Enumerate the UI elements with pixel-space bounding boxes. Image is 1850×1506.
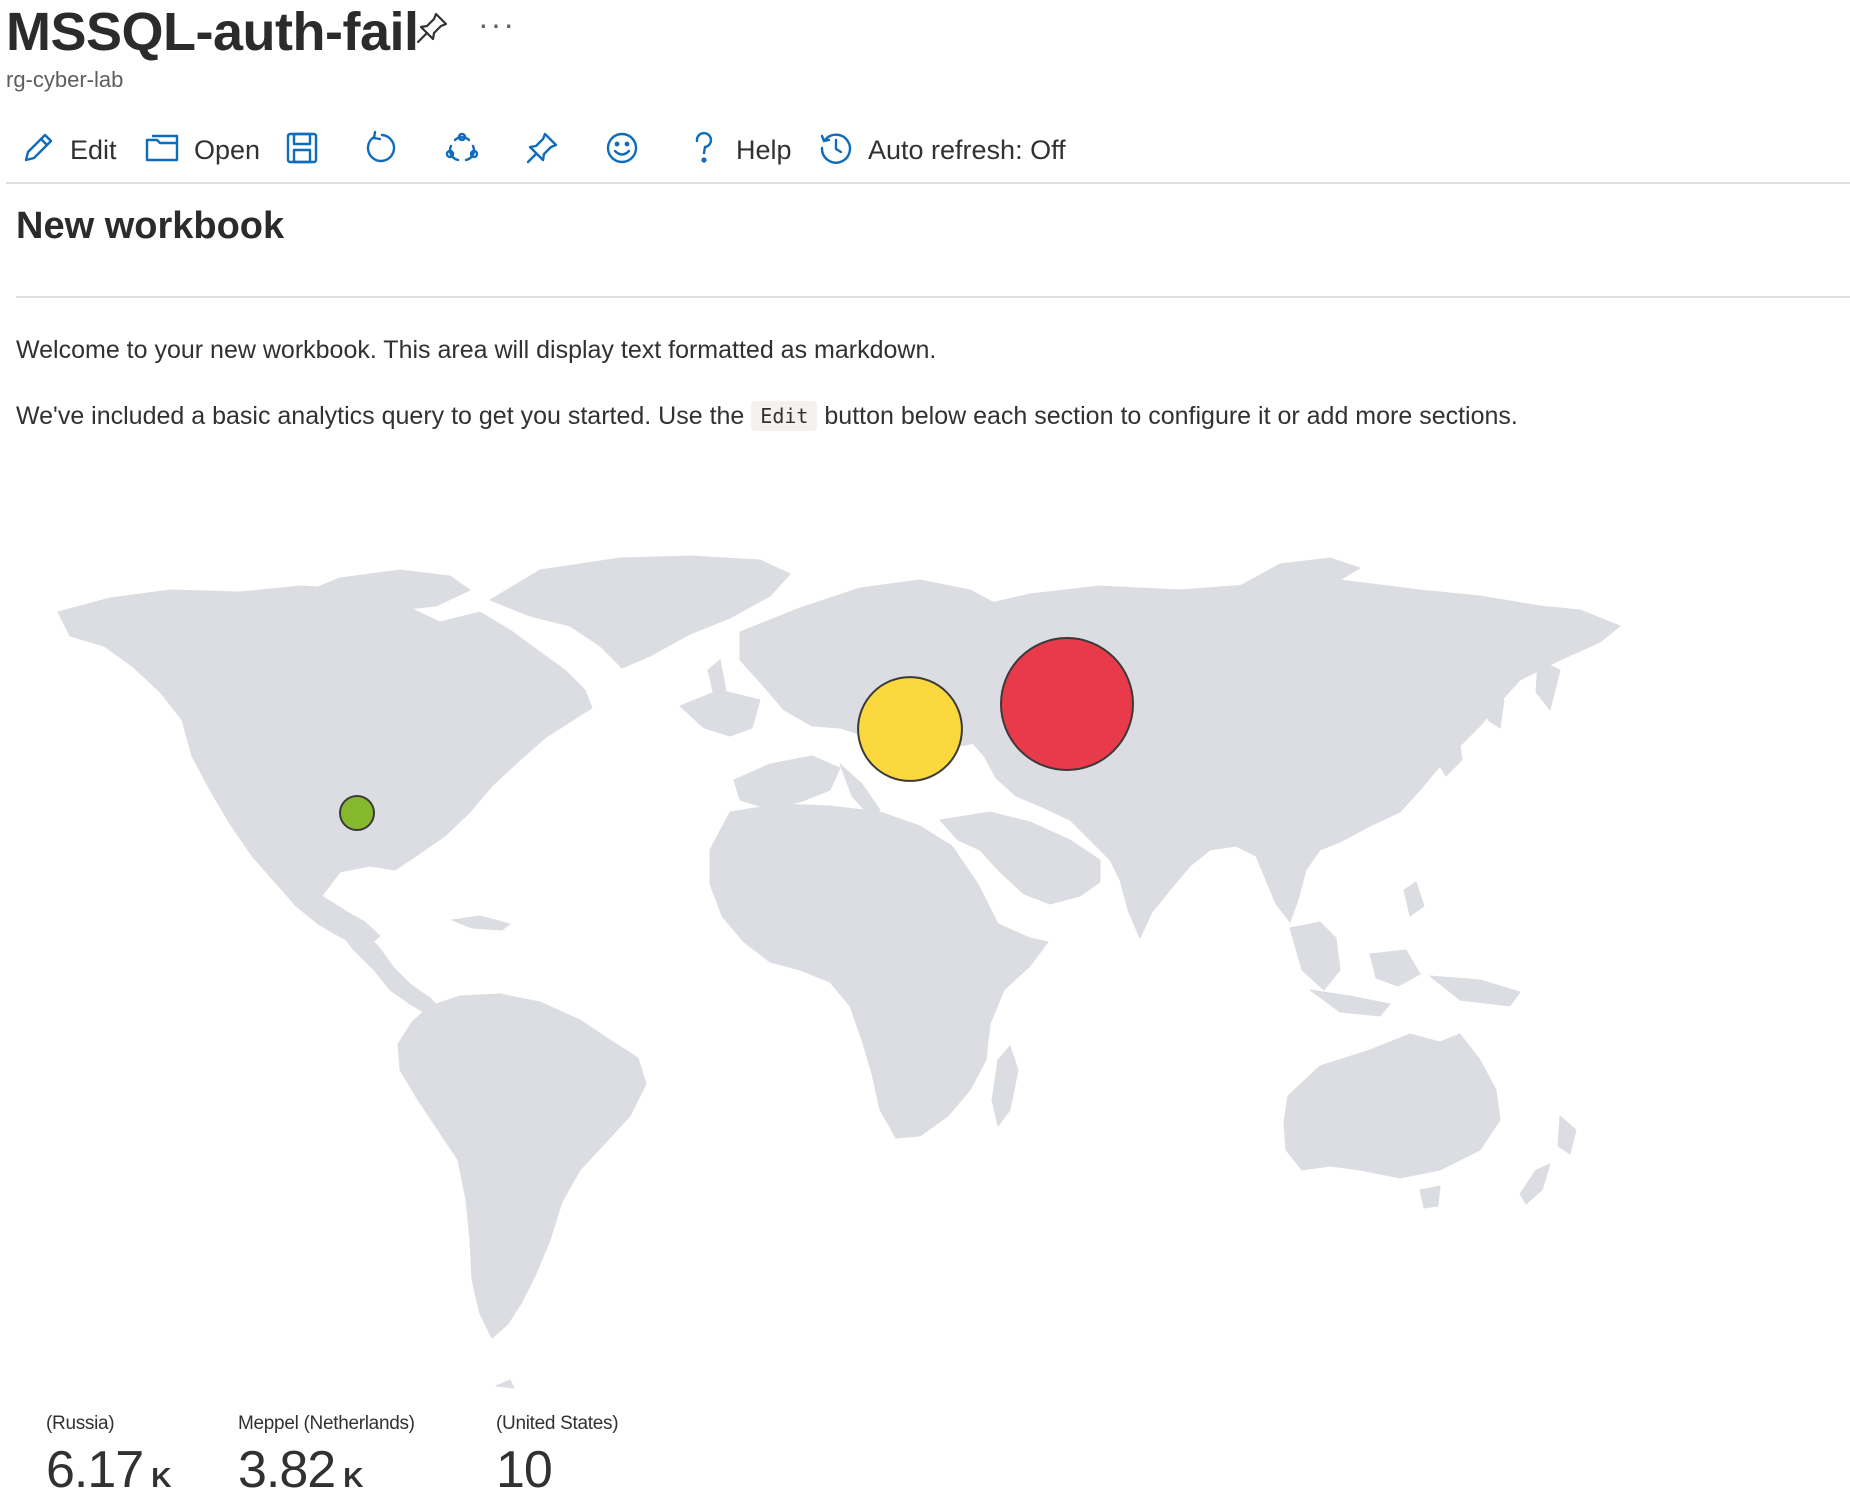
auto-refresh-button[interactable]: Auto refresh: Off (818, 120, 1066, 180)
edit-label: Edit (70, 135, 117, 165)
map-land (57, 555, 1621, 1389)
open-icon (144, 130, 180, 171)
workbook-title: New workbook (16, 205, 285, 247)
pin-icon[interactable] (412, 8, 452, 48)
refresh-button[interactable] (364, 120, 400, 180)
auto-refresh-label: Auto refresh: Off (868, 135, 1066, 165)
world-map (57, 555, 1621, 1389)
pin-icon (524, 130, 560, 171)
map-bubble-meppel-netherlands[interactable] (857, 676, 963, 782)
inline-code: Edit (751, 401, 818, 431)
share-button[interactable] (444, 120, 480, 180)
markdown-paragraph: Welcome to your new workbook. This area … (16, 336, 937, 364)
metric-value: 6.17 K (46, 1441, 171, 1499)
history-icon (818, 130, 854, 171)
refresh-icon (364, 130, 400, 171)
edit-icon (20, 130, 56, 171)
resource-group-label: rg-cyber-lab (6, 67, 124, 92)
toolbar-divider (6, 182, 1850, 184)
markdown-text: We've included a basic analytics query t… (16, 402, 745, 430)
feedback-icon (604, 130, 640, 171)
toolbar: Edit Open Help Auto refresh: Off (0, 120, 1850, 180)
more-options-button[interactable]: ··· (478, 4, 516, 44)
help-icon (686, 130, 722, 171)
metric-tile-russia: (Russia) 6.17 K (46, 1412, 171, 1506)
feedback-button[interactable] (604, 120, 640, 180)
pin-to-dashboard-button[interactable] (524, 120, 560, 180)
save-button[interactable] (284, 120, 320, 180)
metric-label: (Russia) (46, 1413, 115, 1434)
metric-label: (United States) (496, 1413, 619, 1434)
edit-button[interactable]: Edit (20, 120, 117, 180)
open-label: Open (194, 135, 261, 165)
section-divider (16, 296, 1850, 298)
metric-value: 3.82 K (238, 1441, 363, 1499)
save-icon (284, 130, 320, 171)
help-button[interactable]: Help (686, 120, 792, 180)
open-button[interactable]: Open (144, 120, 260, 180)
page-title: MSSQL-auth-fail (6, 2, 419, 62)
help-label: Help (736, 135, 792, 165)
markdown-paragraph: We've included a basic analytics query t… (16, 400, 1518, 433)
metric-tile-united-states: (United States) 10 (496, 1412, 619, 1506)
metric-label: Meppel (Netherlands) (238, 1413, 415, 1434)
metric-tile-netherlands: Meppel (Netherlands) 3.82 K (238, 1412, 415, 1506)
map-bubble-united-states[interactable] (339, 795, 375, 831)
map-bubble-russia[interactable] (1000, 637, 1134, 771)
markdown-text: button below each section to configure i… (824, 402, 1518, 430)
share-icon (444, 130, 480, 171)
metric-value: 10 (496, 1441, 553, 1499)
